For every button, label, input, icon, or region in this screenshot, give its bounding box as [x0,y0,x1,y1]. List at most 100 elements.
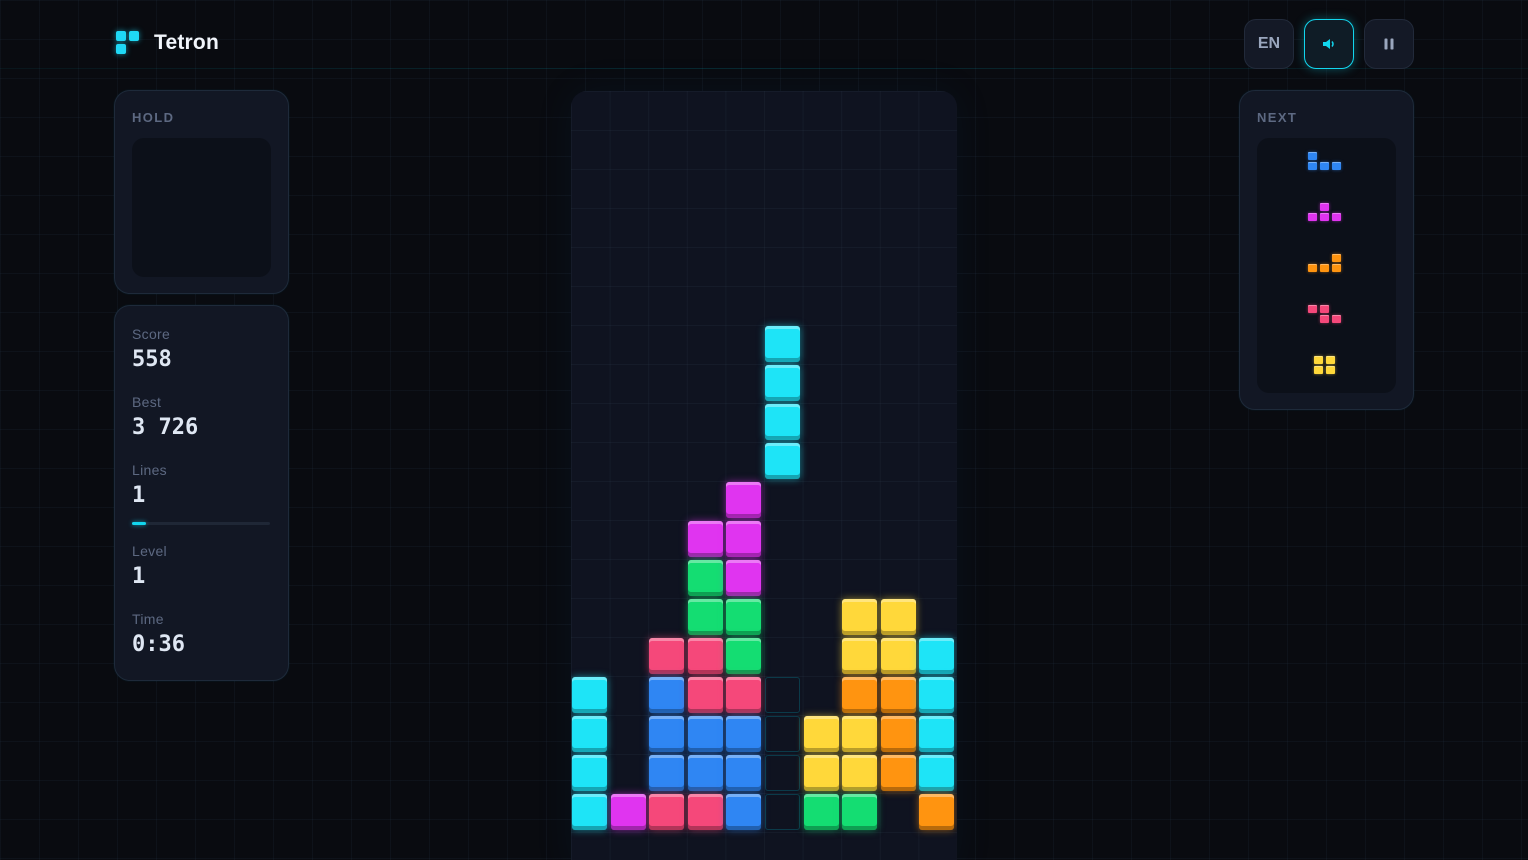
next-mini-block [1308,213,1317,221]
board-block-S [842,794,878,830]
lines-stat: Lines 1 [132,462,167,508]
next-mini-block [1326,356,1335,364]
board-block-J [687,755,723,791]
active-piece-block [765,443,800,479]
next-queue [1257,138,1396,393]
active-piece-block [765,365,800,401]
ghost-block [765,794,800,830]
next-title: NEXT [1257,110,1298,125]
hold-title: HOLD [132,110,175,125]
next-mini-block [1320,203,1329,211]
next-mini-block [1308,305,1317,313]
board-block-L [880,755,916,791]
time-stat: Time 0:36 [132,611,185,657]
board-block-T [726,521,762,557]
score-stat: Score 558 [132,326,172,372]
board-block-O [842,599,878,635]
next-mini-block [1320,162,1329,170]
next-mini-block [1308,264,1317,272]
board-block-T [687,521,723,557]
header-divider [0,68,1528,69]
level-value: 1 [132,564,146,589]
brand: Tetron [116,31,219,55]
board-block-O [880,638,916,674]
board-block-Z [687,677,723,713]
best-value: 3 726 [132,415,199,440]
board-block-O [803,716,839,752]
pause-button[interactable] [1364,19,1414,69]
board-block-I [919,716,955,752]
board-block-L [919,794,955,830]
board-block-J [726,716,762,752]
time-label: Time [132,611,164,627]
board-block-J [649,716,685,752]
board-block-L [842,677,878,713]
stats-panel: Score 558 Best 3 726 Lines 1 Level 1 Tim… [114,305,289,681]
board-block-L [880,716,916,752]
next-mini-block [1332,213,1341,221]
lines-value: 1 [132,483,146,508]
next-mini-block [1332,162,1341,170]
board-block-I [919,755,955,791]
board-block-Z [687,794,723,830]
board-block-Z [649,638,685,674]
board-block-O [803,755,839,791]
tetron-logo-icon [116,31,140,55]
next-panel: NEXT [1239,90,1414,410]
board-block-Z [687,638,723,674]
language-button[interactable]: EN [1244,19,1294,69]
board-block-I [572,716,607,752]
hold-slot[interactable] [132,138,271,277]
board-block-J [649,755,685,791]
board-block-L [880,677,916,713]
next-mini-block [1332,254,1341,262]
hold-panel: HOLD [114,90,289,294]
best-label: Best [132,394,162,410]
game-board[interactable] [571,91,957,860]
next-mini-block [1314,366,1323,374]
board-block-I [572,677,607,713]
next-mini-block [1320,213,1329,221]
board-block-I [919,638,955,674]
board-block-I [572,755,607,791]
board-block-S [726,638,762,674]
app-title: Tetron [154,31,219,54]
score-label: Score [132,326,171,342]
active-piece-block [765,326,800,362]
board-block-Z [726,677,762,713]
board-block-O [880,599,916,635]
next-mini-block [1332,315,1341,323]
active-piece-block [765,404,800,440]
language-label: EN [1257,35,1281,52]
lines-progress-bar [132,522,270,525]
next-mini-block [1332,264,1341,272]
pause-icon [1384,38,1394,50]
next-mini-block [1308,162,1317,170]
board-block-S [687,599,723,635]
next-mini-block [1320,264,1329,272]
board-block-T [610,794,646,830]
next-mini-block [1308,152,1317,160]
board-block-S [726,599,762,635]
speaker-icon [1323,39,1334,49]
board-block-T [726,560,762,596]
board-block-I [572,794,607,830]
ghost-block [765,677,800,713]
sound-toggle-button[interactable] [1304,19,1354,69]
best-stat: Best 3 726 [132,394,198,440]
board-block-I [919,677,955,713]
board-block-J [649,677,685,713]
board-block-S [687,560,723,596]
next-mini-block [1320,315,1329,323]
board-block-O [842,638,878,674]
level-label: Level [132,543,167,559]
board-block-J [726,755,762,791]
lines-label: Lines [132,462,167,478]
ghost-block [765,716,800,752]
score-value: 558 [132,347,172,372]
board-block-S [803,794,839,830]
board-block-O [842,716,878,752]
next-mini-block [1314,356,1323,364]
board-block-Z [649,794,685,830]
board-block-T [726,482,762,518]
